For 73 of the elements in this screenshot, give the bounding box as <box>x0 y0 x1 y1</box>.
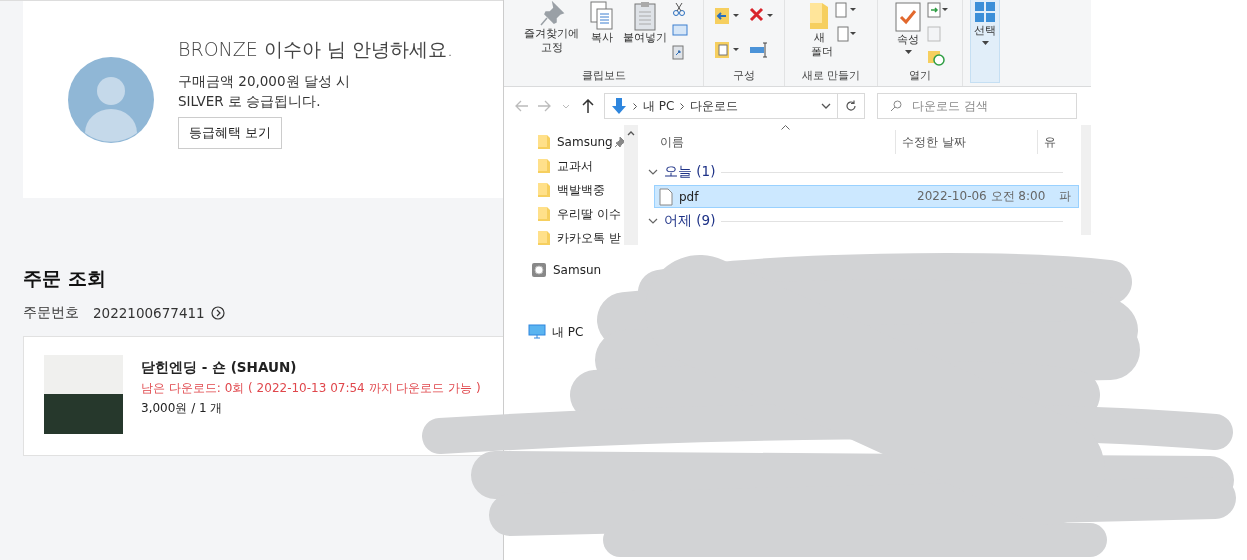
folder-icon <box>537 134 551 150</box>
forward-icon[interactable] <box>536 100 552 112</box>
upgrade-message: SILVER 로 승급됩니다. <box>178 91 321 111</box>
folder-icon <box>537 230 551 246</box>
order-number[interactable]: 2022100677411 <box>93 305 205 321</box>
move-to-icon[interactable] <box>714 6 740 26</box>
search-field[interactable]: 다운로드 검색 <box>877 93 1077 119</box>
folder-icon <box>537 206 551 222</box>
order-number-label: 주문번호 <box>23 304 79 322</box>
column-header[interactable]: 수정한 날짜 <box>896 130 1038 154</box>
avatar-icon <box>68 56 154 143</box>
nav-item[interactable]: 카카오톡 받 <box>504 226 640 250</box>
file-icon <box>659 187 673 206</box>
ribbon-button[interactable]: 새 폴더 <box>805 0 833 68</box>
group-header[interactable]: 어제 (9) <box>640 208 1079 234</box>
column-header[interactable]: 이름 <box>640 130 896 154</box>
nav-item[interactable]: 내 PC <box>504 320 640 344</box>
ribbon-group-label: 구성 <box>732 68 756 84</box>
column-header[interactable]: 유 <box>1038 130 1056 154</box>
ribbon-button[interactable]: 즐겨찾기에 고정 <box>519 0 584 68</box>
upgrade-message: 구매금액 20,000원 달성 시 <box>178 71 351 91</box>
nav-item[interactable]: 교과서 <box>504 154 640 178</box>
caret-icon <box>904 50 912 54</box>
greeting-title: BRONZE 이수아 님 안녕하세요. <box>178 36 453 62</box>
nav-item[interactable]: 백발백중 <box>504 178 640 202</box>
ribbon-button[interactable]: 붙여넣기 <box>619 0 670 68</box>
nav-item[interactable]: 우리딸 이수 <box>504 202 640 226</box>
select-grid-icon <box>973 0 997 24</box>
new-item-icon[interactable] <box>835 2 857 18</box>
address-field[interactable]: 내 PC 다운로드 <box>604 93 838 119</box>
folder-icon <box>537 182 551 198</box>
scroll-up-icon[interactable] <box>627 131 635 136</box>
monitor-icon <box>528 324 546 340</box>
file-row[interactable]: pdf 2022-10-06 오전 8:00 파 <box>654 185 1079 208</box>
chevron-down-icon[interactable] <box>821 103 831 109</box>
pin-icon <box>614 137 625 147</box>
search-icon <box>890 100 902 112</box>
nav-item[interactable]: Samsun <box>504 258 640 282</box>
folder-icon <box>808 1 830 31</box>
sort-caret-icon <box>781 125 790 130</box>
chevron-down-icon[interactable] <box>648 169 658 175</box>
product-title: 닫힌엔딩 - 숀 (SHAUN) <box>141 359 298 377</box>
ribbon-group-label: 클립보드 <box>580 68 627 84</box>
chevron-circle-icon[interactable] <box>210 306 225 320</box>
ribbon-button[interactable]: 속성 <box>891 0 925 68</box>
folder-icon <box>537 158 551 174</box>
refresh-icon <box>845 100 857 112</box>
open-icon[interactable] <box>927 2 949 18</box>
drive-icon <box>531 262 547 278</box>
up-arrow-icon[interactable] <box>580 99 596 113</box>
caret-icon <box>981 41 989 45</box>
ribbon-button[interactable]: 선택 <box>970 0 1000 83</box>
ribbon-group-label: 열기 <box>908 68 932 84</box>
history-icon[interactable] <box>927 50 945 66</box>
ribbon-group-label: 새로 만들기 <box>800 68 862 84</box>
chevron-right-icon <box>680 102 685 110</box>
rename-icon[interactable] <box>748 40 770 60</box>
benefits-button[interactable]: 등급혜택 보기 <box>178 116 283 149</box>
ribbon-button[interactable]: 복사 <box>585 0 618 68</box>
chevron-down-icon[interactable] <box>648 218 658 224</box>
chevron-right-icon <box>633 102 637 110</box>
nav-item[interactable]: Samsung <box>504 130 640 154</box>
scissors-icon[interactable] <box>671 2 686 16</box>
price-quantity: 3,000원 / 1 개 <box>141 400 224 417</box>
download-icon <box>611 97 627 115</box>
pin-icon <box>538 1 565 27</box>
download-info: 남은 다운로드: 0회 ( 2022-10-13 07:54 까지 다운로드 가능 ) <box>141 380 481 397</box>
scrollbar[interactable] <box>624 125 638 245</box>
refresh-button[interactable] <box>837 93 865 119</box>
group-header[interactable]: 오늘 (1) <box>640 159 1079 185</box>
back-icon[interactable] <box>514 100 530 112</box>
section-title: 주문 조회 <box>23 266 107 291</box>
copy-to-icon[interactable] <box>714 40 740 60</box>
